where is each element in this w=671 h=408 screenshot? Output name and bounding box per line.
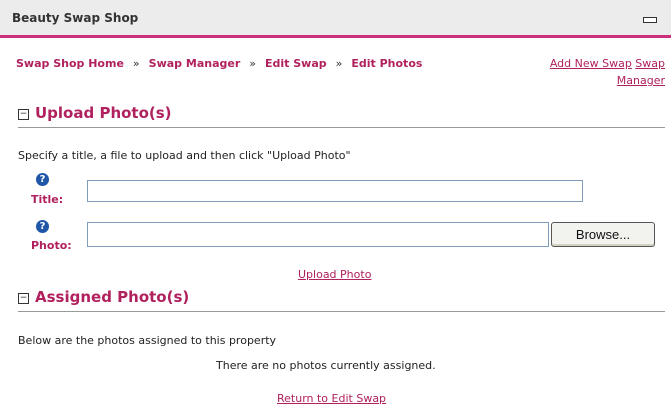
title-help-icon[interactable]: ? <box>36 173 49 186</box>
breadcrumb-edit-swap[interactable]: Edit Swap <box>265 57 327 70</box>
assigned-section-header: − Assigned Photo(s) <box>18 288 665 312</box>
no-photos-message: There are no photos currently assigned. <box>216 359 436 372</box>
upload-section-title: Upload Photo(s) <box>35 104 172 122</box>
breadcrumb-separator: » <box>335 57 343 70</box>
photo-file-input[interactable] <box>87 222 549 247</box>
browse-button[interactable]: Browse... <box>551 222 655 247</box>
add-new-swap-link[interactable]: Add New Swap <box>550 57 632 70</box>
breadcrumb-edit-photos: Edit Photos <box>351 57 423 70</box>
assigned-section-title: Assigned Photo(s) <box>35 288 190 306</box>
upload-instructions: Specify a title, a file to upload and th… <box>18 149 351 162</box>
return-to-edit-swap-link[interactable]: Return to Edit Swap <box>277 392 386 405</box>
photo-help-icon[interactable]: ? <box>36 220 49 233</box>
breadcrumb-separator: » <box>132 57 140 70</box>
upload-section-header: − Upload Photo(s) <box>18 104 665 128</box>
title-input[interactable] <box>87 180 583 202</box>
breadcrumb-separator: » <box>249 57 256 70</box>
collapse-icon[interactable]: − <box>18 109 29 120</box>
window-title: Beauty Swap Shop <box>12 11 139 25</box>
title-label: Title: <box>31 193 64 206</box>
breadcrumb-swap-manager[interactable]: Swap Manager <box>149 57 241 70</box>
collapse-icon[interactable]: − <box>18 293 29 304</box>
minimize-icon[interactable] <box>643 17 657 23</box>
assigned-description: Below are the photos assigned to this pr… <box>18 334 277 347</box>
breadcrumb-swap-shop-home[interactable]: Swap Shop Home <box>16 57 124 70</box>
top-links: Add New Swap Swap Manager <box>505 55 665 89</box>
photo-label: Photo: <box>31 239 72 252</box>
breadcrumb: Swap Shop Home » Swap Manager » Edit Swap » Ed… <box>16 55 476 72</box>
window-title-bar: Beauty Swap Shop <box>0 0 671 38</box>
upload-photo-link[interactable]: Upload Photo <box>298 268 371 281</box>
